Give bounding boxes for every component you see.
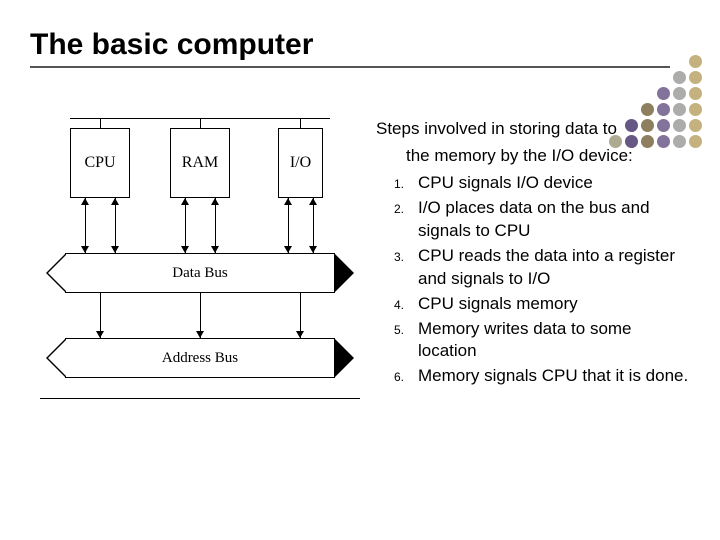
step-text: Memory writes data to some location — [418, 318, 690, 364]
architecture-diagram: CPU RAM I/O Data Bus — [30, 118, 370, 438]
step-text: I/O places data on the bus and signals t… — [418, 197, 690, 243]
step-text: CPU reads the data into a register and s… — [418, 245, 690, 291]
steps-list: 1.CPU signals I/O device 2.I/O places da… — [376, 172, 690, 388]
decorative-dots — [609, 55, 705, 151]
diagram-box-cpu: CPU — [70, 128, 130, 198]
list-item: 2.I/O places data on the bus and signals… — [376, 197, 690, 243]
diagram-bus-address: Address Bus — [65, 338, 335, 378]
step-number: 1. — [376, 172, 418, 195]
steps-text: Steps involved in storing data to the me… — [370, 118, 690, 438]
diagram-box-ram: RAM — [170, 128, 230, 198]
diagram-bus-data-label: Data Bus — [172, 265, 227, 282]
step-number: 3. — [376, 245, 418, 291]
page-title: The basic computer — [30, 28, 690, 62]
list-item: 6.Memory signals CPU that it is done. — [376, 365, 690, 388]
step-text: CPU signals memory — [418, 293, 690, 316]
diagram-box-io: I/O — [278, 128, 323, 198]
list-item: 5.Memory writes data to some location — [376, 318, 690, 364]
list-item: 3.CPU reads the data into a register and… — [376, 245, 690, 291]
step-number: 5. — [376, 318, 418, 364]
step-number: 2. — [376, 197, 418, 243]
diagram-bus-address-label: Address Bus — [162, 350, 238, 367]
step-number: 6. — [376, 365, 418, 388]
title-underline — [30, 66, 670, 68]
step-text: Memory signals CPU that it is done. — [418, 365, 690, 388]
list-item: 1.CPU signals I/O device — [376, 172, 690, 195]
step-text: CPU signals I/O device — [418, 172, 690, 195]
step-number: 4. — [376, 293, 418, 316]
diagram-bus-data: Data Bus — [65, 253, 335, 293]
list-item: 4.CPU signals memory — [376, 293, 690, 316]
